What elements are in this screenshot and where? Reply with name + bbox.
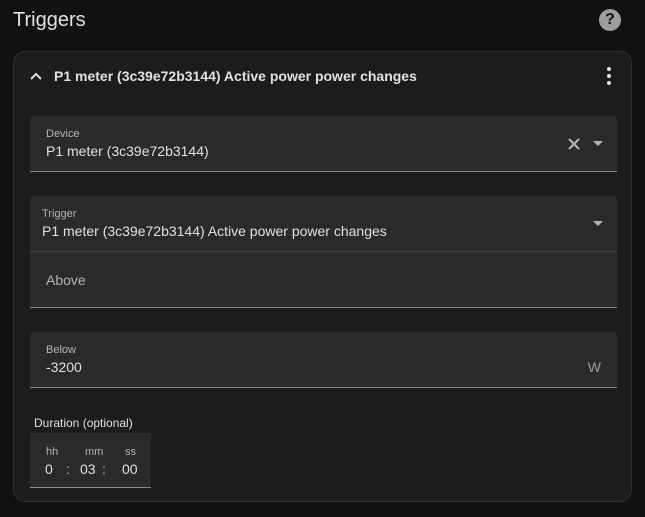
minutes-label: mm [85,446,104,458]
below-label: Below [46,344,76,356]
close-icon[interactable] [567,137,581,151]
trigger-select[interactable]: Trigger P1 meter (3c39e72b3144) Active p… [30,196,617,252]
hours-input[interactable]: 0 [45,461,53,477]
hours-label: hh [46,446,59,458]
below-value: -3200 [46,359,82,375]
duration-label: Duration (optional) [34,416,133,430]
page-header: Triggers ? [13,8,633,36]
chevron-up-icon[interactable] [29,69,43,83]
more-vertical-icon[interactable] [600,65,618,87]
trigger-card: P1 meter (3c39e72b3144) Active power pow… [13,51,632,502]
device-select[interactable]: Device P1 meter (3c39e72b3144) [30,116,617,172]
trigger-card-title: P1 meter (3c39e72b3144) Active power pow… [54,68,417,84]
above-placeholder: Above [46,272,86,288]
duration-input: hh mm ss 0 : 03 : 00 [30,433,151,488]
help-icon[interactable]: ? [599,9,621,31]
device-value: P1 meter (3c39e72b3144) [46,143,209,159]
below-unit: W [587,359,601,375]
above-input[interactable]: Above [30,252,617,308]
minutes-input[interactable]: 03 [80,461,96,477]
caret-down-icon[interactable] [593,221,603,226]
seconds-input[interactable]: 00 [122,461,138,477]
page-title: Triggers [13,9,86,31]
minutes-separator: : [102,461,106,477]
trigger-value: P1 meter (3c39e72b3144) Active power pow… [42,223,387,239]
below-input[interactable]: Below -3200 W [30,332,617,388]
hours-separator: : [66,461,70,477]
trigger-label: Trigger [42,208,77,220]
device-label: Device [46,128,80,140]
trigger-card-header[interactable]: P1 meter (3c39e72b3144) Active power pow… [14,52,631,100]
caret-down-icon[interactable] [593,141,603,146]
seconds-label: ss [125,446,136,458]
